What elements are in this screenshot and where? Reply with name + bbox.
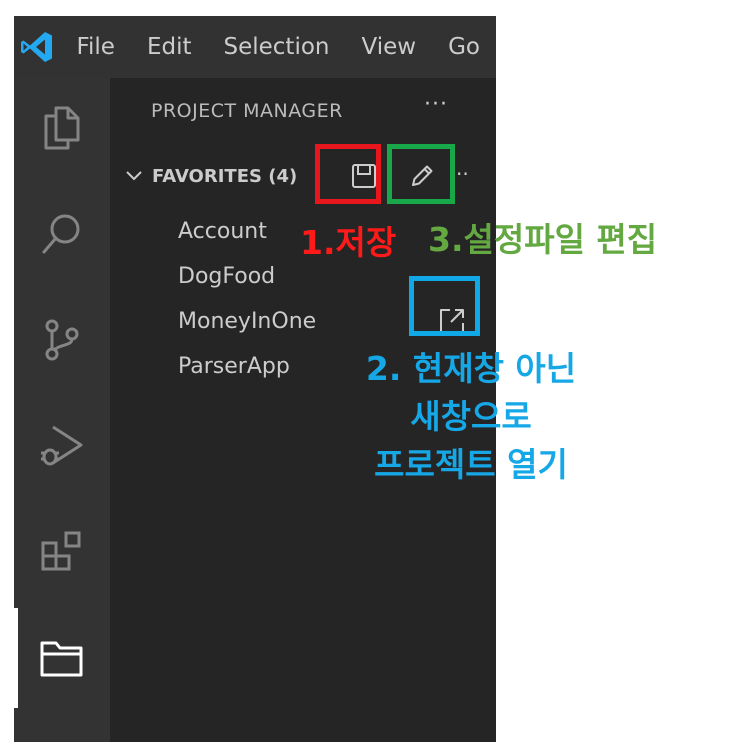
- menu-view[interactable]: View: [346, 16, 433, 78]
- annotation-line: 새창으로: [410, 397, 532, 436]
- menu-edit[interactable]: Edit: [131, 16, 208, 78]
- sidebar-title: PROJECT MANAGER: [151, 100, 343, 122]
- extensions-icon[interactable]: [14, 502, 110, 602]
- vscode-logo-icon: [14, 16, 60, 78]
- more-actions-button[interactable]: ···: [424, 92, 448, 117]
- search-icon[interactable]: [14, 184, 110, 284]
- edit-highlight-box: [387, 144, 455, 204]
- annotation-line: 2. 현재창 아닌: [365, 349, 577, 388]
- open-highlight-box: [409, 276, 480, 336]
- save-highlight-box: [315, 144, 381, 204]
- annotation-line: 프로젝트 열기: [374, 445, 568, 484]
- menu-file[interactable]: File: [60, 16, 131, 78]
- save-annotation: 1.저장: [300, 223, 397, 262]
- favorites-label: FAVORITES (4): [152, 165, 298, 187]
- chevron-down-icon: [120, 158, 148, 194]
- activity-bar: [14, 78, 110, 742]
- explorer-icon[interactable]: [14, 78, 110, 178]
- edit-annotation: 3.설정파일 편집: [428, 220, 658, 259]
- menu-go[interactable]: Go: [432, 16, 496, 78]
- run-debug-icon[interactable]: [14, 396, 110, 496]
- open-new-window-annotation: 2. 현재창 아닌 새창으로 프로젝트 열기: [340, 345, 602, 489]
- menu-selection[interactable]: Selection: [208, 16, 346, 78]
- source-control-icon[interactable]: [14, 290, 110, 390]
- section-more-button[interactable]: ··: [456, 158, 469, 194]
- project-manager-icon[interactable]: [14, 608, 110, 708]
- title-bar: File Edit Selection View Go: [14, 16, 496, 78]
